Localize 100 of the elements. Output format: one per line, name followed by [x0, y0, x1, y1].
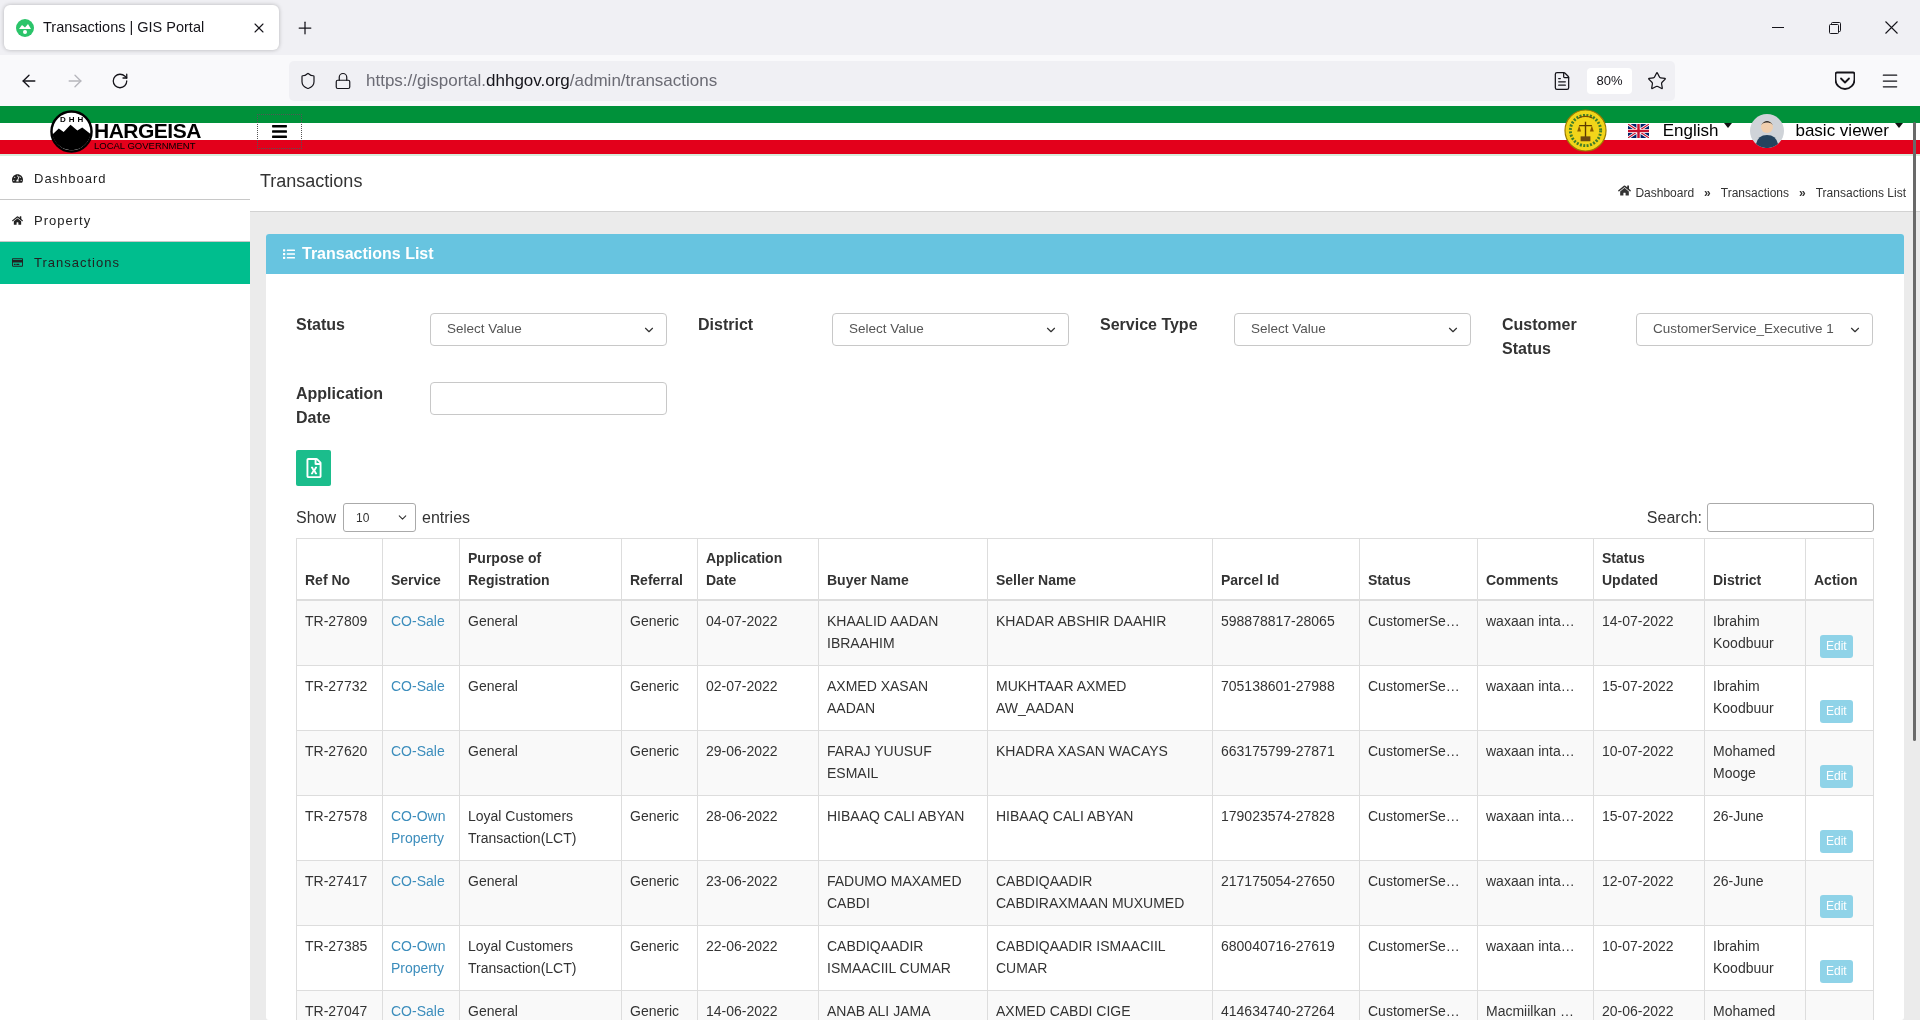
table-cell: CABDIQAADIR ISMAACIIL CUMAR	[818, 925, 988, 991]
sidebar-item[interactable]: Transactions	[0, 242, 250, 284]
table-cell: Loyal Customers Transaction(LCT)	[459, 795, 622, 861]
logo-emblem-icon	[50, 110, 93, 153]
table-cell: KHADAR ABSHIR DAAHIR	[987, 600, 1213, 666]
table-cell: FARAJ YUUSUF ESMAIL	[818, 730, 988, 796]
document-icon[interactable]	[1552, 70, 1572, 91]
card-icon	[12, 257, 23, 268]
table-cell: waxaan inta…	[1477, 730, 1594, 796]
home-icon	[1618, 184, 1632, 197]
table-cell: 04-07-2022	[697, 600, 819, 666]
page-size-select[interactable]: 10	[343, 503, 417, 532]
filter-label: Customer Status	[1502, 315, 1578, 359]
caret-icon	[1895, 123, 1903, 128]
gauge-icon	[12, 173, 23, 184]
table-cell: TR-27620	[296, 730, 383, 796]
table-cell: General	[459, 730, 622, 796]
address-bar[interactable]: https://gisportal.dhhgov.org/admin/transactions 80%	[289, 60, 1675, 101]
favicon-icon	[16, 18, 34, 37]
service-link[interactable]: CO-Sale	[391, 1000, 451, 1020]
table-cell: waxaan inta…	[1477, 795, 1594, 861]
table-cell: Loyal Customers Transaction(LCT)	[459, 925, 622, 991]
select-field[interactable]: CustomerService_Executive 1	[1636, 313, 1873, 346]
table-cell: CustomerSe…	[1359, 730, 1478, 796]
service-link[interactable]: CO-Sale	[391, 675, 451, 697]
select-field[interactable]: Select Value	[832, 313, 1069, 346]
table-cell: General	[459, 860, 622, 926]
table-cell: 23-06-2022	[697, 860, 819, 926]
table-cell: TR-27809	[296, 600, 383, 666]
table-cell: 705138601-27988	[1212, 665, 1360, 731]
service-link[interactable]: CO-Own Property	[391, 935, 451, 979]
table-cell: Mohamed Mooge	[1704, 730, 1806, 796]
table-cell: waxaan inta…	[1477, 860, 1594, 926]
table-cell: 14-07-2022	[1593, 600, 1705, 666]
select-field[interactable]: Select Value	[1234, 313, 1471, 346]
table-cell: CustomerSe…	[1359, 665, 1478, 731]
close-icon	[1885, 21, 1898, 34]
user-menu[interactable]: basic viewer	[1750, 114, 1903, 148]
table-cell: 10-07-2022	[1593, 925, 1705, 991]
search-label: Search:	[1646, 507, 1702, 528]
table-cell: 598878817-28065	[1212, 600, 1360, 666]
language-menu[interactable]: English	[1627, 121, 1733, 141]
table-cell: General	[459, 600, 622, 666]
table-cell: CABDIQAADIR CABDIRAXMAAN MUXUMED	[987, 860, 1213, 926]
minimize-icon	[1771, 27, 1784, 28]
pocket-icon[interactable]	[1835, 70, 1855, 91]
scrollbar-thumb[interactable]	[1913, 122, 1916, 741]
breadcrumb-separator: »	[1799, 185, 1806, 202]
table-cell: CustomerSe…	[1359, 925, 1478, 991]
table-cell: TR-27385	[296, 925, 383, 991]
entries-label: entries	[422, 507, 471, 528]
filter-label: Application Date	[296, 384, 385, 428]
table-cell: KHADRA XASAN WACAYS	[987, 730, 1213, 796]
zoom-level-button[interactable]: 80%	[1587, 67, 1632, 94]
service-link[interactable]: CO-Sale	[391, 740, 451, 762]
flag-icon	[1627, 124, 1649, 138]
text-field[interactable]	[430, 382, 667, 415]
select-field[interactable]: Select Value	[430, 313, 667, 346]
filter-label: Status	[296, 315, 346, 335]
logo-subtitle: LOCAL GOVERNMENT	[94, 140, 196, 151]
table-cell: TR-27417	[296, 860, 383, 926]
table-cell: waxaan inta…	[1477, 925, 1594, 991]
caret-icon	[1724, 123, 1733, 128]
service-link[interactable]: CO-Sale	[391, 610, 451, 632]
restore-icon	[1828, 21, 1841, 34]
breadcrumb-link[interactable]: Transactions	[1720, 184, 1790, 202]
table-cell: 663175799-27871	[1212, 730, 1360, 796]
service-link[interactable]: CO-Own Property	[391, 805, 451, 849]
table-cell: 179023574-27828	[1212, 795, 1360, 861]
table-cell: 26-June	[1704, 795, 1806, 861]
sidebar-toggle-button[interactable]	[256, 114, 302, 149]
table-cell: Generic	[621, 795, 698, 861]
table-cell: 29-06-2022	[697, 730, 819, 796]
table-cell: FADUMO MAXAMED CABDI	[818, 860, 988, 926]
table-cell: Generic	[621, 665, 698, 731]
search-field[interactable]	[1707, 503, 1874, 532]
table-cell: Generic	[621, 730, 698, 796]
table-cell: 12-07-2022	[1593, 860, 1705, 926]
card-title: Transactions List	[302, 244, 434, 264]
star-icon[interactable]	[1647, 70, 1667, 91]
table-cell: CustomerSe…	[1359, 600, 1478, 666]
service-link[interactable]: CO-Sale	[391, 870, 451, 892]
reload-icon	[111, 71, 129, 90]
browser-tab[interactable]: Transactions | GIS Portal	[4, 5, 279, 50]
table-cell: KHAALID AADAN IBRAAHIM	[818, 600, 988, 666]
shield-icon	[299, 71, 317, 90]
table-cell: 15-07-2022	[1593, 665, 1705, 731]
logo-initials: DHH	[60, 115, 87, 124]
emblem-icon	[1563, 109, 1607, 152]
table-cell: 22-06-2022	[697, 925, 819, 991]
table-cell: CABDIQAADIR ISMAACIIL CUMAR	[987, 925, 1213, 991]
length-label: Show	[296, 507, 337, 528]
logo-name: HARGEISA	[94, 121, 201, 140]
table-cell: Generic	[621, 600, 698, 666]
table-cell: TR-27047	[296, 990, 383, 1020]
breadcrumb-link[interactable]: Dashboard	[1635, 184, 1695, 202]
avatar-icon	[1750, 114, 1785, 148]
table-cell: CustomerSe…	[1359, 860, 1478, 926]
filter-label: District	[698, 315, 755, 335]
home-icon	[12, 215, 23, 226]
